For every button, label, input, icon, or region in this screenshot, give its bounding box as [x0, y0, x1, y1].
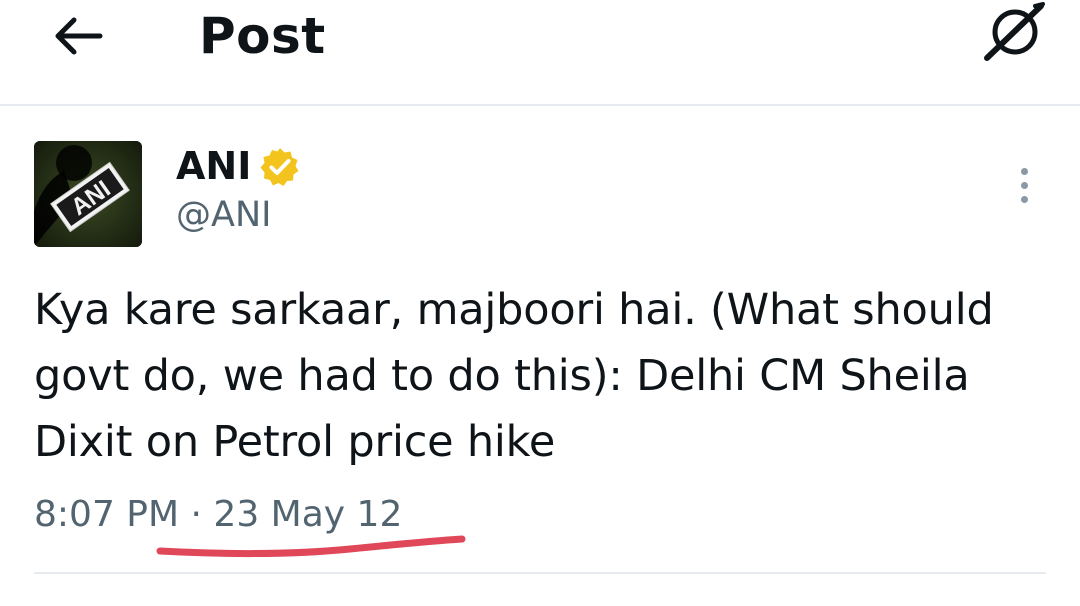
post-detail-screen: Post ANI ANI @ANI Kya kare sarkaar, majb…: [0, 0, 1080, 606]
tweet-text: Kya kare sarkaar, majboori hai. (What sh…: [34, 285, 994, 467]
arrow-left-icon: [55, 17, 103, 55]
ani-logo-avatar: ANI: [34, 141, 142, 247]
red-underline-annotation: [156, 535, 466, 558]
page-title: Post: [199, 7, 326, 65]
top-bar: Post: [0, 0, 1080, 106]
divider: [34, 572, 1046, 574]
grok-button[interactable]: [974, 0, 1054, 64]
verified-badge-icon: [260, 148, 299, 186]
more-options-button[interactable]: [1006, 160, 1042, 210]
avatar[interactable]: ANI: [34, 141, 142, 247]
author-display-name[interactable]: ANI: [176, 141, 251, 191]
author-handle[interactable]: @ANI: [176, 192, 271, 238]
back-button[interactable]: [46, 8, 110, 64]
more-vertical-icon: [1020, 167, 1028, 175]
grok-icon: [984, 2, 1045, 61]
